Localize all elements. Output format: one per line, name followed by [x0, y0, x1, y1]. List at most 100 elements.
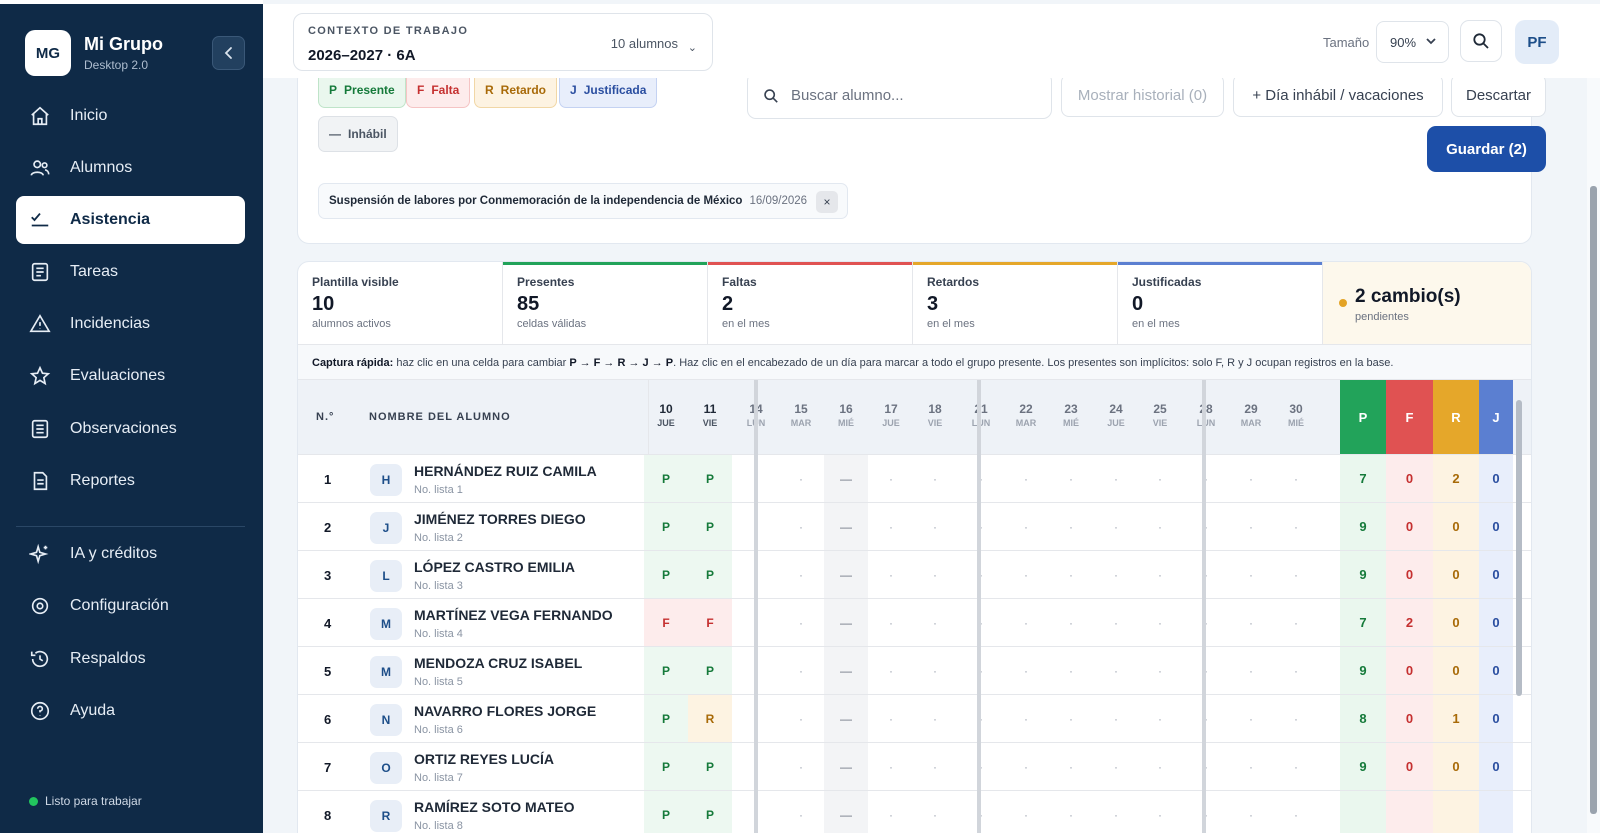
attendance-cell[interactable]: · [1049, 599, 1093, 646]
attendance-cell[interactable]: · [1274, 791, 1318, 833]
attendance-cell[interactable]: · [779, 503, 823, 550]
attendance-cell[interactable]: · [959, 743, 1003, 790]
attendance-cell[interactable]: · [869, 743, 913, 790]
attendance-cell[interactable]: · [1094, 743, 1138, 790]
day-header[interactable]: 11 VIE [688, 402, 732, 428]
day-header[interactable]: 30 MIÉ [1274, 402, 1318, 428]
attendance-cell[interactable]: P [644, 551, 688, 598]
day-header[interactable]: 25 VIE [1138, 402, 1182, 428]
attendance-cell[interactable]: · [913, 695, 957, 742]
attendance-cell[interactable]: · [913, 503, 957, 550]
attendance-cell[interactable]: · [959, 647, 1003, 694]
attendance-cell[interactable]: · [959, 599, 1003, 646]
attendance-cell[interactable]: · [1229, 695, 1273, 742]
attendance-cell[interactable]: · [913, 791, 957, 833]
attendance-cell[interactable]: · [1184, 599, 1228, 646]
attendance-cell[interactable]: · [1004, 599, 1048, 646]
collapse-sidebar-button[interactable] [212, 36, 245, 70]
attendance-cell[interactable]: · [1049, 647, 1093, 694]
attendance-cell[interactable]: · [1138, 791, 1182, 833]
attendance-cell[interactable]: · [779, 695, 823, 742]
page-scrollbar[interactable] [1587, 78, 1600, 833]
day-header[interactable]: 29 MAR [1229, 402, 1273, 428]
attendance-cell[interactable]: · [1004, 503, 1048, 550]
attendance-cell[interactable]: · [959, 551, 1003, 598]
remove-holiday-button[interactable]: × [816, 191, 838, 213]
attendance-cell[interactable]: · [779, 647, 823, 694]
sidebar-item-alumnos[interactable]: Alumnos [16, 144, 245, 192]
attendance-cell[interactable]: P [688, 455, 732, 502]
attendance-cell[interactable]: · [959, 695, 1003, 742]
student-search-input[interactable]: Buscar alumno... [747, 78, 1052, 119]
sidebar-item-incidencias[interactable]: Incidencias [16, 300, 245, 348]
day-header[interactable]: 18 VIE [913, 402, 957, 428]
attendance-cell[interactable]: P [688, 551, 732, 598]
attendance-cell[interactable]: · [1274, 455, 1318, 502]
attendance-cell[interactable]: · [1229, 503, 1273, 550]
attendance-cell[interactable]: · [1184, 551, 1228, 598]
attendance-cell[interactable]: · [1274, 599, 1318, 646]
attendance-cell[interactable]: · [1184, 455, 1228, 502]
attendance-cell[interactable]: · [1184, 743, 1228, 790]
attendance-cell[interactable]: · [1274, 551, 1318, 598]
attendance-cell[interactable]: · [1138, 695, 1182, 742]
attendance-cell[interactable]: F [688, 599, 732, 646]
attendance-cell[interactable]: · [1138, 743, 1182, 790]
attendance-cell[interactable]: · [779, 791, 823, 833]
sidebar-item-asistencia[interactable]: Asistencia [16, 196, 245, 244]
attendance-cell[interactable]: · [1004, 695, 1048, 742]
attendance-cell[interactable]: · [1229, 599, 1273, 646]
sidebar-item-evaluaciones[interactable]: Evaluaciones [16, 352, 245, 400]
attendance-cell[interactable]: · [959, 791, 1003, 833]
user-avatar[interactable]: PF [1515, 20, 1559, 64]
attendance-cell[interactable]: · [913, 743, 957, 790]
day-header[interactable]: 21 LUN [959, 402, 1003, 428]
day-header[interactable]: 22 MAR [1004, 402, 1048, 428]
attendance-cell[interactable]: · [1049, 455, 1093, 502]
attendance-cell[interactable]: P [688, 791, 732, 833]
attendance-cell[interactable]: · [869, 695, 913, 742]
attendance-cell[interactable]: · [913, 647, 957, 694]
attendance-cell[interactable]: · [869, 455, 913, 502]
attendance-cell[interactable]: P [688, 647, 732, 694]
attendance-cell[interactable]: P [644, 647, 688, 694]
attendance-cell[interactable]: · [1229, 743, 1273, 790]
attendance-cell[interactable]: · [1274, 743, 1318, 790]
attendance-cell[interactable]: · [1094, 455, 1138, 502]
attendance-cell[interactable]: · [959, 503, 1003, 550]
global-search-button[interactable] [1460, 20, 1502, 62]
attendance-cell[interactable]: · [869, 551, 913, 598]
vertical-scrollbar[interactable] [1513, 380, 1525, 792]
attendance-cell[interactable]: P [644, 503, 688, 550]
attendance-cell[interactable]: R [688, 695, 732, 742]
attendance-cell[interactable]: P [644, 743, 688, 790]
attendance-cell[interactable]: · [1138, 455, 1182, 502]
attendance-cell[interactable]: · [1229, 551, 1273, 598]
sidebar-item-tareas[interactable]: Tareas [16, 248, 245, 296]
attendance-cell[interactable]: · [779, 743, 823, 790]
attendance-cell[interactable]: · [1004, 455, 1048, 502]
attendance-cell[interactable]: · [1138, 551, 1182, 598]
attendance-cell[interactable]: · [1049, 743, 1093, 790]
day-header[interactable]: 28 LUN [1184, 402, 1228, 428]
save-button[interactable]: Guardar (2) [1427, 126, 1546, 172]
attendance-cell[interactable]: · [779, 455, 823, 502]
attendance-cell[interactable]: · [1184, 791, 1228, 833]
sidebar-item-respaldos[interactable]: Respaldos [16, 635, 245, 683]
sidebar-item-inicio[interactable]: Inicio [16, 92, 245, 140]
day-header[interactable]: 23 MIÉ [1049, 402, 1093, 428]
attendance-cell[interactable]: F [644, 599, 688, 646]
sidebar-item-ayuda[interactable]: Ayuda [16, 687, 245, 735]
attendance-cell[interactable]: · [1094, 599, 1138, 646]
attendance-cell[interactable]: · [913, 455, 957, 502]
attendance-cell[interactable]: · [869, 791, 913, 833]
attendance-cell[interactable]: P [644, 455, 688, 502]
attendance-cell[interactable]: · [1004, 647, 1048, 694]
attendance-cell[interactable]: · [1184, 503, 1228, 550]
attendance-cell[interactable]: · [1049, 503, 1093, 550]
attendance-cell[interactable]: · [869, 503, 913, 550]
attendance-cell[interactable]: · [1229, 791, 1273, 833]
attendance-cell[interactable]: P [644, 695, 688, 742]
size-select[interactable]: 90% [1376, 21, 1449, 63]
attendance-cell[interactable]: · [1094, 551, 1138, 598]
